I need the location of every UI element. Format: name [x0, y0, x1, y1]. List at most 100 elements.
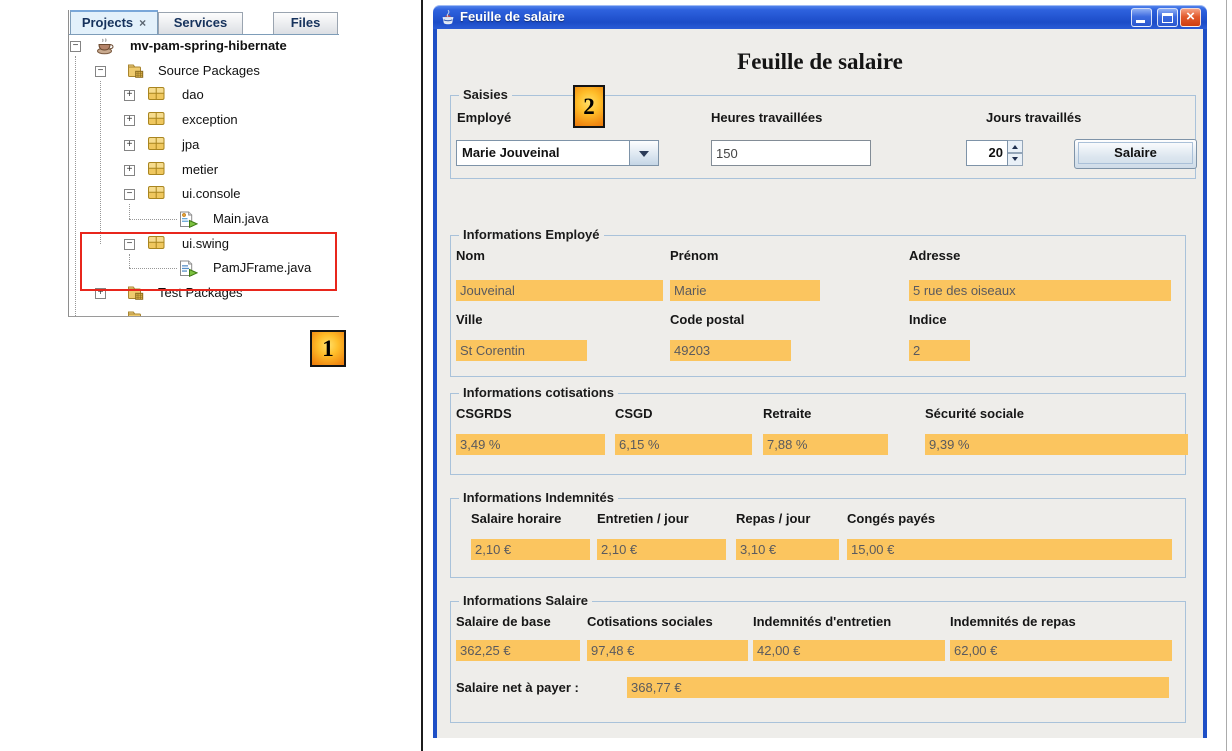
collapse-icon[interactable]: −	[124, 189, 135, 200]
employe-label: Employé	[457, 110, 511, 125]
employe-combobox-value: Marie Jouveinal	[457, 141, 629, 165]
entretien-jour-label: Entretien / jour	[597, 511, 689, 526]
close-button[interactable]: ×	[1180, 8, 1201, 27]
cotisations-sociales-label: Cotisations sociales	[587, 614, 713, 629]
nom-label: Nom	[456, 248, 485, 263]
expand-icon[interactable]: +	[124, 115, 135, 126]
csgd-label: CSGD	[615, 406, 653, 421]
prenom-value: Marie	[670, 280, 820, 301]
tab-projects[interactable]: Projects ×	[70, 10, 158, 34]
group-informations-employe: Informations Employé Nom Prénom Adresse …	[450, 235, 1186, 377]
indemnites-entretien-value: 42,00 €	[753, 640, 945, 661]
adresse-value: 5 rue des oiseaux	[909, 280, 1171, 301]
group-saisies: Saisies 2 Employé Heures travaillées Jou…	[450, 95, 1196, 179]
entretien-jour-value: 2,10 €	[597, 539, 726, 560]
salaire-net-label: Salaire net à payer :	[456, 680, 579, 695]
salaire-button[interactable]: Salaire	[1074, 139, 1197, 169]
tree-node-clipped	[69, 308, 339, 316]
group-saisies-title: Saisies	[459, 87, 512, 102]
cotisations-sociales-value: 97,48 €	[587, 640, 748, 661]
retraite-value: 7,88 %	[763, 434, 888, 455]
tab-files-label: Files	[291, 15, 321, 30]
clipped-folder-icon	[127, 310, 147, 316]
tree-node-project[interactable]: − mv-pam-spring-hibernate	[69, 36, 339, 56]
salaire-button-label: Salaire	[1078, 142, 1193, 164]
spinner-up-button[interactable]	[1008, 140, 1023, 153]
callout-badge-2: 2	[573, 85, 605, 128]
retraite-label: Retraite	[763, 406, 811, 421]
salaire-net-value: 368,77 €	[627, 677, 1169, 698]
panel-tab-bar: Projects × Services Files	[69, 10, 339, 35]
window-body: Feuille de salaire Saisies 2 Employé Heu…	[433, 29, 1207, 738]
group-indemnites-title: Informations Indemnités	[459, 490, 618, 505]
arrow-up-icon	[1012, 142, 1018, 149]
package-icon	[148, 186, 168, 202]
group-salaire-title: Informations Salaire	[459, 593, 592, 608]
tab-close-icon[interactable]: ×	[139, 13, 146, 34]
salaire-base-value: 362,25 €	[456, 640, 580, 661]
right-edge-line	[1226, 0, 1227, 751]
tab-files[interactable]: Files	[273, 12, 338, 34]
project-icon	[96, 38, 116, 54]
csgrds-value: 3,49 %	[456, 434, 605, 455]
group-informations-salaire: Informations Salaire Salaire de base Cot…	[450, 601, 1186, 723]
salaire-horaire-label: Salaire horaire	[471, 511, 561, 526]
tree-node-dao[interactable]: + dao	[69, 85, 339, 105]
tab-services[interactable]: Services	[158, 12, 243, 34]
heures-input[interactable]	[711, 140, 871, 166]
tree-node-exception[interactable]: + exception	[69, 110, 339, 130]
expand-icon[interactable]: +	[124, 165, 135, 176]
tree-node-main-java[interactable]: Main.java	[69, 209, 339, 229]
jours-label: Jours travaillés	[986, 110, 1081, 125]
salaire-horaire-value: 2,10 €	[471, 539, 590, 560]
jours-spinner-value[interactable]: 20	[966, 140, 1008, 166]
spinner-down-button[interactable]	[1008, 153, 1023, 166]
indemnites-repas-label: Indemnités de repas	[950, 614, 1076, 629]
collapse-icon[interactable]: −	[95, 66, 106, 77]
csgrds-label: CSGRDS	[456, 406, 512, 421]
csgd-value: 6,15 %	[615, 434, 752, 455]
tab-services-label: Services	[174, 15, 228, 30]
expand-icon[interactable]: +	[124, 90, 135, 101]
combobox-arrow-button[interactable]	[629, 141, 658, 165]
java-cup-icon	[440, 9, 456, 25]
prenom-label: Prénom	[670, 248, 718, 263]
tree-node-jpa[interactable]: + jpa	[69, 135, 339, 155]
ville-value: St Corentin	[456, 340, 587, 361]
minimize-icon	[1136, 20, 1145, 23]
group-employe-title: Informations Employé	[459, 227, 604, 242]
maximize-button[interactable]	[1157, 8, 1178, 27]
minimize-button[interactable]	[1131, 8, 1152, 27]
collapse-icon[interactable]: −	[70, 41, 81, 52]
package-icon	[148, 137, 168, 153]
window-content: Feuille de salaire Saisies 2 Employé Heu…	[437, 29, 1203, 738]
chevron-down-icon	[639, 151, 649, 162]
conges-payes-label: Congés payés	[847, 511, 935, 526]
tree-node-source-packages[interactable]: − Source Packages	[69, 61, 339, 81]
screenshot-root: Projects × Services Files − mv-pam-spring…	[0, 0, 1232, 751]
tab-projects-label: Projects	[82, 15, 133, 30]
vertical-divider	[421, 0, 423, 751]
indemnites-entretien-label: Indemnités d'entretien	[753, 614, 891, 629]
callout-2-number: 2	[583, 94, 595, 120]
jours-spinner[interactable]: 20	[966, 140, 1023, 166]
employe-combobox[interactable]: Marie Jouveinal	[456, 140, 659, 166]
window-titlebar[interactable]: Feuille de salaire ×	[433, 5, 1207, 29]
tree-node-metier[interactable]: + metier	[69, 160, 339, 180]
callout-1-number: 1	[322, 336, 334, 362]
maximize-icon	[1162, 13, 1173, 23]
window-title: Feuille de salaire	[460, 9, 565, 24]
nom-value: Jouveinal	[456, 280, 663, 301]
expand-icon[interactable]: +	[124, 140, 135, 151]
indice-value: 2	[909, 340, 970, 361]
annotation-red-rectangle	[80, 232, 337, 291]
tree-node-ui-console[interactable]: − ui.console	[69, 184, 339, 204]
package-icon	[148, 162, 168, 178]
securite-sociale-label: Sécurité sociale	[925, 406, 1024, 421]
group-informations-cotisations: Informations cotisations CSGRDS CSGD Ret…	[450, 393, 1186, 475]
code-postal-label: Code postal	[670, 312, 744, 327]
heures-label: Heures travaillées	[711, 110, 822, 125]
indice-label: Indice	[909, 312, 947, 327]
package-icon	[148, 112, 168, 128]
ville-label: Ville	[456, 312, 483, 327]
